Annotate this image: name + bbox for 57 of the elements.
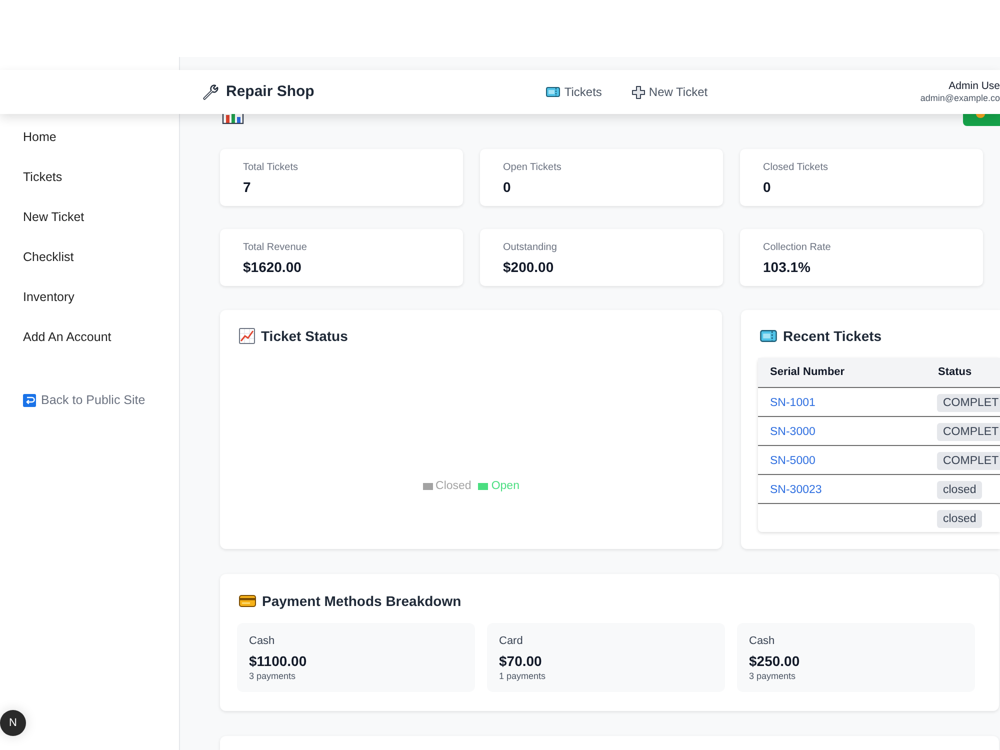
serial-link[interactable]: SN-3000 bbox=[770, 426, 816, 438]
stat-value: $1620.00 bbox=[243, 258, 302, 276]
ticket-icon bbox=[760, 330, 777, 342]
nav-link[interactable]: Tickets bbox=[546, 83, 602, 101]
payment-amount: $1100.00 bbox=[249, 652, 307, 670]
payment-method: Cash bbox=[249, 634, 275, 648]
stat-label: Closed Tickets bbox=[763, 161, 828, 175]
user-email: admin@example.co bbox=[920, 94, 1000, 104]
return-arrow-icon bbox=[23, 394, 36, 406]
card-title: Ticket Status bbox=[261, 326, 348, 346]
user-name: Admin Use bbox=[948, 80, 1000, 92]
action-button[interactable] bbox=[963, 114, 1000, 126]
payment-amount: $70.00 bbox=[499, 652, 542, 670]
stat-value: 7 bbox=[243, 178, 251, 196]
ticket-icon bbox=[546, 87, 560, 97]
stat-value: 0 bbox=[763, 178, 771, 196]
nav-link[interactable]: New Ticket bbox=[632, 83, 708, 101]
payment-method: Card bbox=[499, 634, 523, 648]
serial-link[interactable]: SN-5000 bbox=[770, 454, 816, 466]
legend-label: Open bbox=[491, 478, 520, 494]
stat-label: Collection Rate bbox=[763, 241, 831, 255]
back-link[interactable]: Back to Public Site bbox=[23, 390, 146, 410]
sidebar-link[interactable]: Tickets bbox=[23, 168, 62, 186]
card-title: Payment Methods Breakdown bbox=[262, 592, 462, 611]
column-header: Status bbox=[926, 358, 1000, 387]
payment-method: Cash bbox=[749, 634, 775, 648]
wrench-icon bbox=[202, 84, 219, 100]
status-label: COMPLET bbox=[937, 394, 1000, 412]
stat-label: Total Tickets bbox=[243, 161, 298, 175]
stat-value: $200.00 bbox=[503, 258, 554, 276]
stat-label: Outstanding bbox=[503, 241, 557, 255]
stat-value: 0 bbox=[503, 178, 511, 196]
stat-label: Total Revenue bbox=[243, 241, 307, 255]
payment-count: 3 payments bbox=[249, 670, 296, 682]
column-header: Serial Number bbox=[758, 358, 926, 387]
payment-count: 3 payments bbox=[749, 670, 796, 682]
card-title: Recent Tickets bbox=[783, 326, 882, 346]
status-label: COMPLET bbox=[937, 452, 1000, 470]
serial-link[interactable]: SN-1001 bbox=[770, 396, 816, 408]
sidebar-link[interactable]: Inventory bbox=[23, 288, 74, 306]
line-chart-icon bbox=[239, 328, 255, 344]
status-label: COMPLET bbox=[937, 422, 1000, 440]
plus-icon bbox=[632, 86, 645, 98]
payment-amount: $250.00 bbox=[749, 652, 800, 670]
status-label: closed bbox=[937, 480, 982, 498]
credit-card-icon bbox=[239, 595, 256, 607]
serial-link[interactable]: SN-30023 bbox=[770, 484, 822, 496]
legend-label: Closed bbox=[436, 478, 472, 494]
sidebar-link[interactable]: New Ticket bbox=[23, 208, 84, 226]
stat-label: Open Tickets bbox=[503, 161, 562, 175]
sidebar-link[interactable]: Home bbox=[23, 128, 56, 146]
brand-link[interactable]: Repair Shop bbox=[226, 80, 314, 104]
sidebar-link[interactable]: Checklist bbox=[23, 248, 74, 266]
sidebar-link[interactable]: Add An Account bbox=[23, 328, 112, 346]
stat-value: 103.1% bbox=[763, 258, 810, 276]
payment-count: 1 payments bbox=[499, 670, 546, 682]
status-label: closed bbox=[937, 510, 982, 528]
